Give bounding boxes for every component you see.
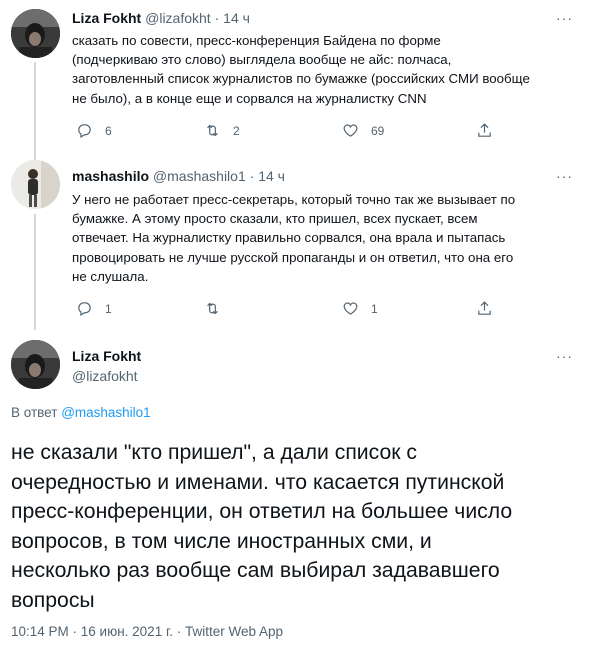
user-handle[interactable]: @mashashilo1 [153, 168, 246, 184]
tweet-meta[interactable]: 10:14 PM · 16 июн. 2021 г. · Twitter Web… [11, 624, 283, 639]
retweet-icon [207, 302, 218, 315]
like-count: 1 [371, 301, 378, 316]
share-button[interactable] [476, 300, 493, 317]
thread-line [34, 214, 36, 330]
share-icon [478, 301, 491, 315]
separator: · [214, 10, 220, 26]
reply-count: 6 [105, 123, 112, 138]
focus-tweet-handle: @lizafokht [72, 368, 138, 384]
share-button[interactable] [476, 122, 493, 139]
display-name[interactable]: mashashilo [72, 168, 149, 184]
separator: · [249, 168, 255, 184]
reply-to-prefix: В ответ [11, 405, 58, 420]
more-options-icon[interactable]: ··· [556, 348, 573, 364]
tweet-actions: 1 1 [72, 300, 512, 322]
timestamp[interactable]: 14 ч [223, 10, 250, 26]
thread-line [34, 62, 36, 162]
retweet-button[interactable] [204, 300, 233, 317]
reply-icon [78, 124, 91, 138]
avatar[interactable] [11, 160, 60, 209]
retweet-icon [207, 124, 218, 137]
reply-to-line: В ответ @mashashilo1 [11, 405, 151, 420]
tweet-1[interactable]: Liza Fokht @lizafokht · 14 ч ··· сказать… [0, 0, 595, 162]
avatar[interactable] [11, 340, 60, 389]
display-name[interactable]: Liza Fokht [72, 348, 141, 364]
reply-count: 1 [105, 301, 112, 316]
avatar[interactable] [11, 9, 60, 58]
like-button[interactable]: 1 [342, 300, 378, 317]
reply-button[interactable]: 6 [76, 122, 112, 139]
user-handle[interactable]: @lizafokht [72, 368, 138, 384]
focus-tweet-name: Liza Fokht [72, 348, 141, 364]
reply-to-handle[interactable]: @mashashilo1 [61, 405, 151, 420]
heart-icon [343, 302, 358, 315]
display-name[interactable]: Liza Fokht [72, 10, 141, 26]
tweet-header: mashashilo @mashashilo1 · 14 ч [72, 168, 285, 184]
share-icon [478, 123, 491, 137]
reply-icon [78, 302, 91, 316]
focus-tweet-text: не сказали "кто пришел", а дали список с… [11, 441, 513, 612]
timestamp[interactable]: 14 ч [258, 168, 285, 184]
tweet-2[interactable]: mashashilo @mashashilo1 · 14 ч ··· У нег… [0, 160, 595, 330]
tweet-header: Liza Fokht @lizafokht · 14 ч [72, 10, 250, 26]
retweet-count: 2 [233, 123, 240, 138]
like-button[interactable]: 69 [342, 122, 384, 139]
heart-icon [343, 124, 358, 137]
user-handle[interactable]: @lizafokht [145, 10, 211, 26]
more-options-icon[interactable]: ··· [556, 10, 573, 26]
tweet-text: сказать по совести, пресс-конференция Ба… [72, 33, 530, 106]
retweet-button[interactable]: 2 [204, 122, 240, 139]
like-count: 69 [371, 123, 385, 138]
reply-button[interactable]: 1 [76, 300, 112, 317]
more-options-icon[interactable]: ··· [556, 168, 573, 184]
tweet-text: У него не работает пресс-секретарь, кото… [72, 192, 516, 284]
tweet-actions: 6 2 69 [72, 122, 512, 144]
